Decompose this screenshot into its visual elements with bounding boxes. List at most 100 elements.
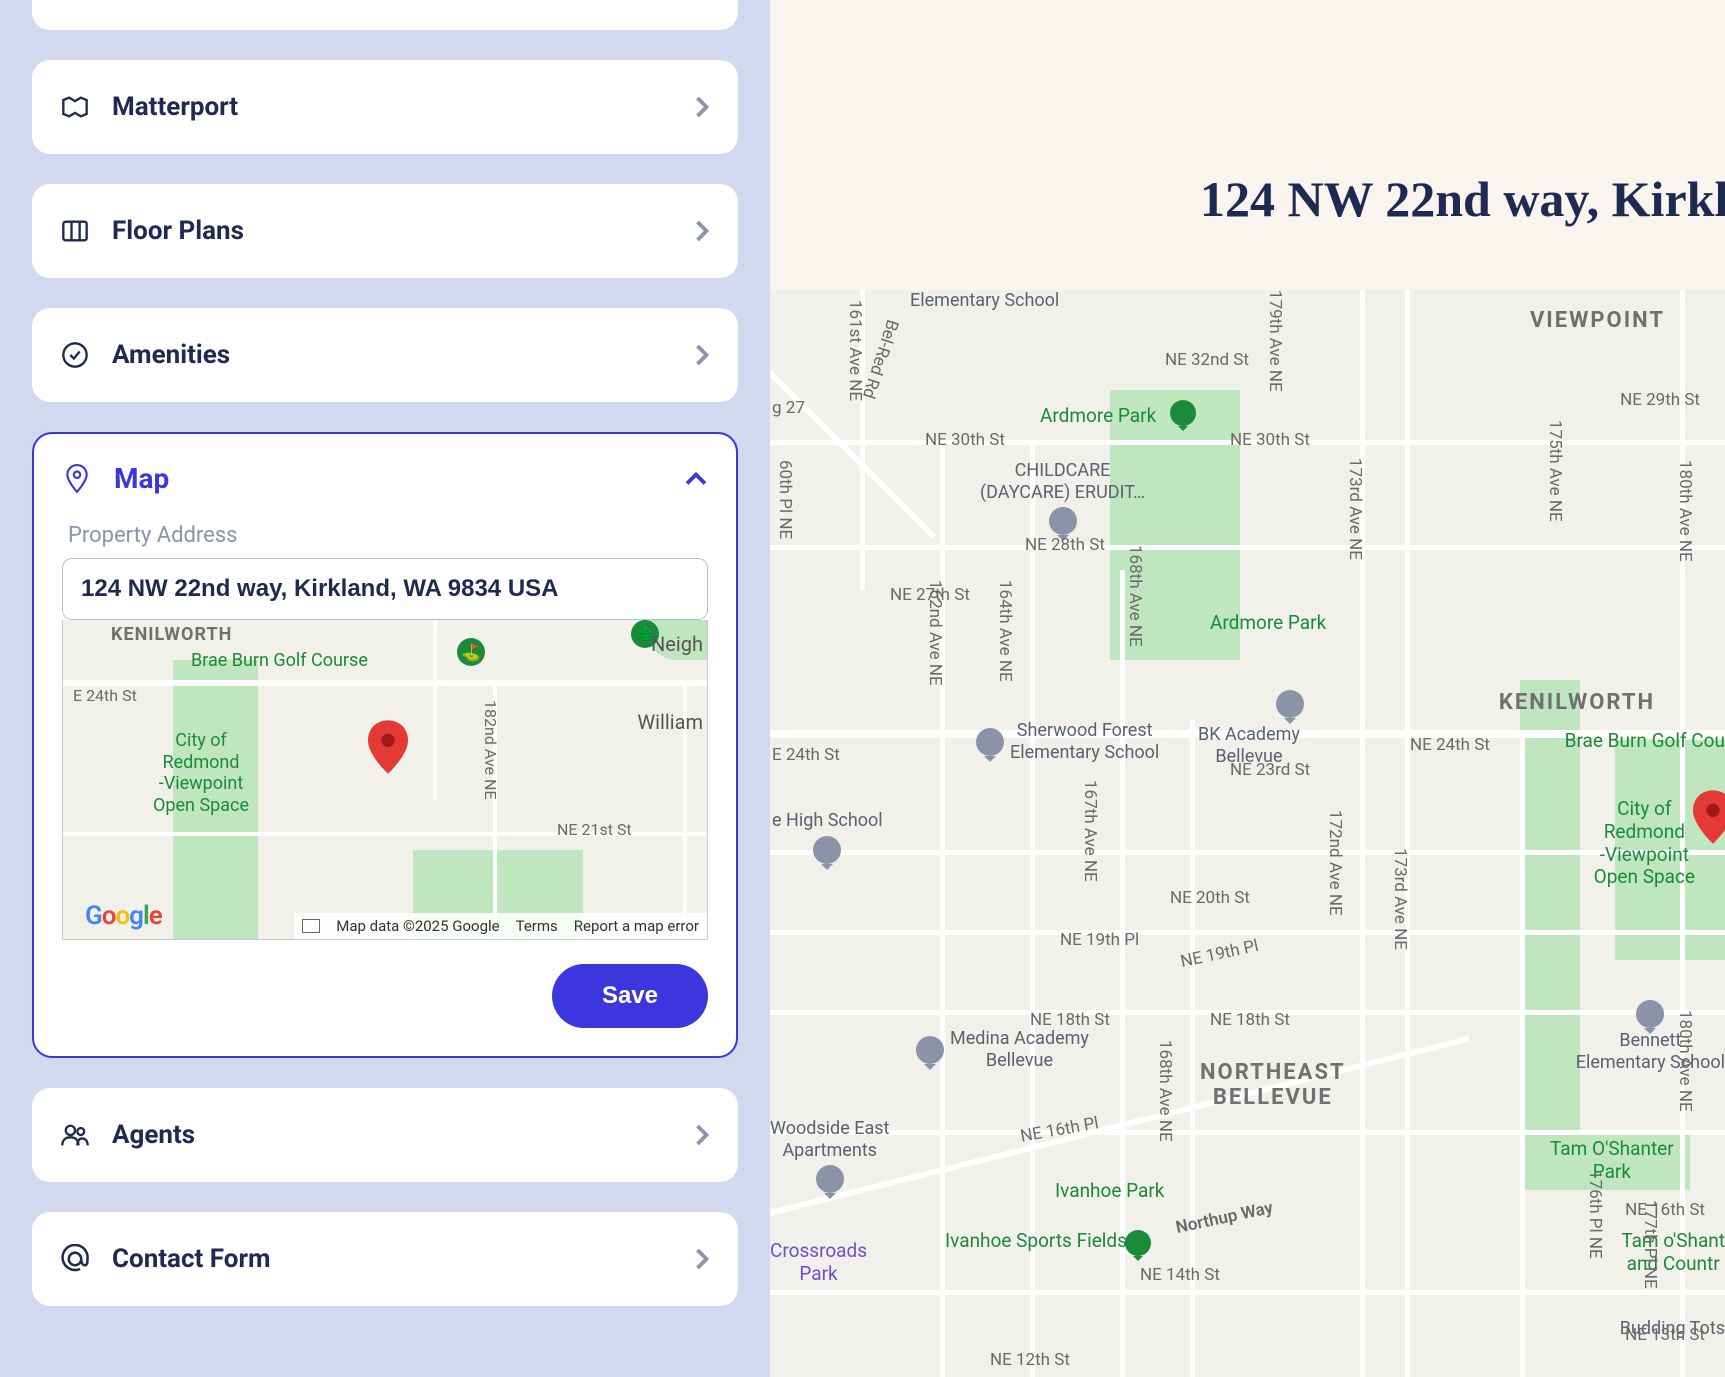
sidebar: Matterport Floor Plans Amenities Map [0, 0, 770, 1377]
poi-childcare: CHILDCARE (DAYCARE) ERUDIT… [980, 460, 1145, 537]
poi-icon [1276, 690, 1304, 718]
agents-icon [60, 1120, 90, 1150]
poi-sherwood: Sherwood Forest Elementary School [1010, 720, 1159, 763]
mini-map-attribution: Map data ©2025 Google Terms Report a map… [294, 913, 707, 939]
street-ne30-l: NE 30th St [925, 430, 1005, 450]
floorplans-icon [60, 216, 90, 246]
chevron-right-icon [694, 95, 710, 119]
panel-label: Matterport [112, 92, 672, 122]
street-167: 167th Ave NE [1080, 780, 1100, 882]
street-ne24: NE 24th St [1410, 735, 1490, 755]
panel-label: Contact Form [112, 1244, 672, 1274]
park-braeburn: Brae Burn Golf Cou [1565, 730, 1725, 753]
poi-icon [916, 1036, 944, 1064]
street-ne12: NE 12th St [990, 1350, 1070, 1370]
street-173a: 173rd Ave NE [1345, 458, 1365, 560]
park-ardmore2: Ardmore Park [1210, 612, 1326, 635]
street-176: 176th Pl NE [1585, 1170, 1605, 1259]
street-ne28: NE 28th St [1025, 535, 1105, 555]
street-ne29: NE 29th St [1620, 390, 1700, 410]
street-168b: 168th Ave NE [1155, 1040, 1175, 1142]
park-pin-icon [1125, 1230, 1151, 1256]
street-ne32: NE 32nd St [1165, 350, 1249, 370]
matterport-icon [60, 92, 90, 122]
park-pin-icon [1170, 400, 1196, 426]
street-175: 175th Ave NE [1545, 420, 1565, 522]
street-161: 161st Ave NE [845, 300, 865, 401]
park-tam: Tam O'Shanter Park [1550, 1138, 1674, 1184]
park-ivanhoe: Ivanhoe Park [1055, 1180, 1164, 1203]
mini-map[interactable]: KENILWORTH Brae Burn Golf Course ⛳ 🌲 E 2… [62, 620, 708, 940]
panel-previous-stub [32, 0, 738, 30]
page-title: 124 NW 22nd way, Kirkla [1200, 170, 1725, 228]
panel-label: Floor Plans [112, 216, 672, 246]
park-tam-country: Tam o'Shant and Countr [1621, 1230, 1725, 1276]
street-180b: 180th Ave NE [1675, 1010, 1695, 1112]
street-ne23: NE 23rd St [1230, 760, 1310, 780]
chevron-right-icon [694, 219, 710, 243]
street-173b: 173rd Ave NE [1390, 848, 1410, 950]
street-172: 172nd Ave NE [1325, 810, 1345, 916]
chevron-right-icon [694, 1247, 710, 1271]
street-ne16r: NE 16th St [1625, 1200, 1705, 1220]
park-redmond: City of Redmond -Viewpoint Open Space [1594, 798, 1695, 889]
poi-icon [816, 1165, 844, 1193]
park-ivanhoe-sports: Ivanhoe Sports Fields [945, 1230, 1127, 1253]
panel-agents[interactable]: Agents [32, 1088, 738, 1182]
park-ardmore: Ardmore Park [1040, 405, 1156, 428]
area-ne-bellevue: NORTHEAST BELLEVUE [1200, 1060, 1346, 1110]
panel-contact[interactable]: Contact Form [32, 1212, 738, 1306]
map-attr-terms[interactable]: Terms [516, 917, 558, 935]
save-button[interactable]: Save [552, 964, 708, 1028]
area-viewpoint: VIEWPOINT [1530, 308, 1665, 333]
poi-elementary-top: Elementary School [910, 290, 1059, 312]
property-address-input[interactable] [62, 558, 708, 620]
mini-map-area-kenilworth: KENILWORTH [111, 624, 232, 645]
street-180a: 180th Ave NE [1675, 460, 1695, 562]
poi-medina: Medina Academy Bellevue [950, 1028, 1089, 1071]
map-attr-report[interactable]: Report a map error [574, 917, 699, 935]
google-logo: Google [85, 901, 162, 931]
mini-map-label-neigh: Neigh [651, 632, 703, 656]
mini-map-street-ne21st: NE 21st St [557, 820, 632, 839]
poi-icon [976, 728, 1004, 756]
chevron-up-icon [684, 471, 708, 487]
panel-floorplans[interactable]: Floor Plans [32, 184, 738, 278]
street-ne13: NE 13th St [1625, 1325, 1705, 1345]
street-ne18l: NE 18th St [1030, 1010, 1110, 1030]
street-ne20: NE 20th St [1170, 888, 1250, 908]
panel-label: Map [114, 462, 662, 495]
mini-map-street-e24th: E 24th St [73, 686, 137, 705]
panel-matterport[interactable]: Matterport [32, 60, 738, 154]
poi-icon [813, 836, 841, 864]
poi-bennett: Bennett Elementary School [1576, 1000, 1725, 1073]
golf-icon: ⛳ [457, 638, 485, 666]
mini-map-park-redmond: City of Redmond -Viewpoint Open Space [153, 730, 249, 816]
contact-icon [60, 1244, 90, 1274]
main-preview: 124 NW 22nd way, Kirkla VIEWPOINT KENILW… [770, 0, 1725, 1377]
poi-icon [1636, 1000, 1664, 1028]
mini-map-park-braeburn: Brae Burn Golf Course [191, 650, 368, 672]
area-kenilworth: KENILWORTH [1499, 690, 1655, 715]
street-ne30-r: NE 30th St [1230, 430, 1310, 450]
panel-amenities[interactable]: Amenities [32, 308, 738, 402]
street-177: 177th Pl NE [1640, 1200, 1660, 1289]
street-ne18r: NE 18th St [1210, 1010, 1290, 1030]
street-179: 179th Ave NE [1265, 290, 1285, 392]
street-ne19l: NE 19th Pl [1060, 930, 1139, 950]
panel-map: Map Property Address KENILWORTH Brae Bur… [32, 432, 738, 1058]
panel-map-header[interactable]: Map [62, 462, 708, 495]
street-164: 164th Ave NE [995, 580, 1015, 682]
map-marker-icon [1693, 790, 1725, 844]
mini-map-street-182nd: 182nd Ave NE [481, 700, 500, 799]
mini-map-label-william: William [637, 710, 703, 734]
amenities-icon [60, 340, 90, 370]
panel-label: Agents [112, 1120, 672, 1150]
poi-woodside: Woodside East Apartments [770, 1118, 889, 1195]
chevron-right-icon [694, 1123, 710, 1147]
panel-label: Amenities [112, 340, 672, 370]
street-ne14: NE 14th St [1140, 1265, 1220, 1285]
poi-ehs: e High School [772, 810, 883, 866]
big-map[interactable]: VIEWPOINT KENILWORTH NORTHEAST BELLEVUE … [770, 290, 1725, 1377]
street-e24l: E 24th St [772, 745, 840, 765]
